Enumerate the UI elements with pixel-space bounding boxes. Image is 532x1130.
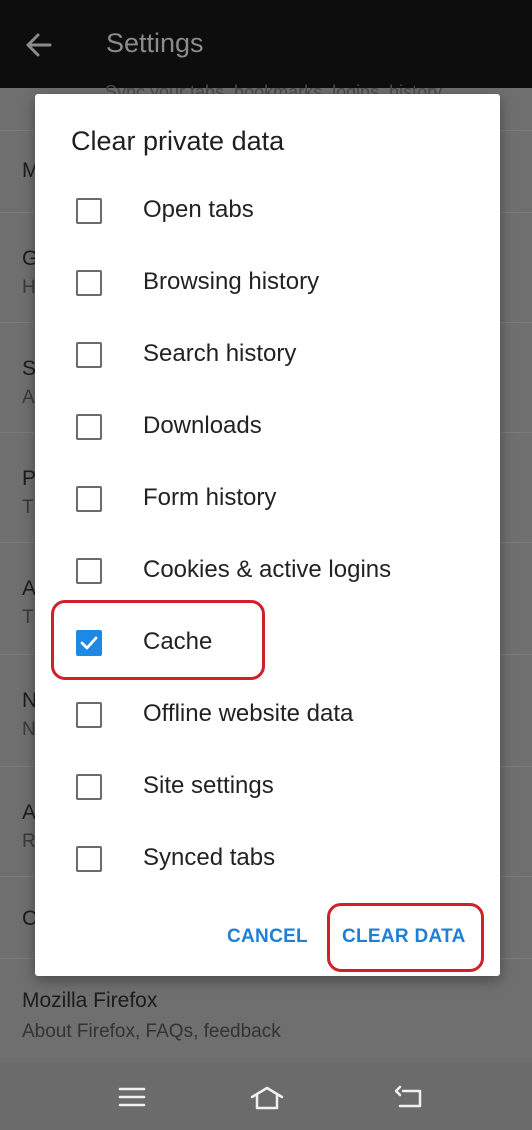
option-label: Cookies & active logins bbox=[143, 556, 392, 583]
checkbox[interactable] bbox=[76, 198, 102, 224]
list-item-subtitle: N bbox=[22, 719, 36, 740]
option-offline-website-data[interactable]: Offline website data bbox=[35, 680, 500, 752]
checkbox[interactable] bbox=[76, 846, 102, 872]
menu-icon[interactable] bbox=[118, 1085, 146, 1109]
option-label: Open tabs bbox=[143, 196, 254, 223]
list-item-subtitle: H bbox=[22, 277, 36, 298]
option-label: Offline website data bbox=[143, 700, 354, 727]
option-open-tabs[interactable]: Open tabs bbox=[35, 176, 500, 248]
option-site-settings[interactable]: Site settings bbox=[35, 752, 500, 824]
checkbox[interactable] bbox=[76, 270, 102, 296]
highlight-box-clear-data bbox=[327, 903, 484, 972]
list-item-subtitle: A bbox=[22, 387, 35, 408]
checkbox[interactable] bbox=[76, 342, 102, 368]
checkbox[interactable] bbox=[76, 774, 102, 800]
checkbox[interactable] bbox=[76, 414, 102, 440]
back-icon[interactable] bbox=[394, 1085, 424, 1109]
clear-private-data-dialog: Clear private data Open tabs Browsing hi… bbox=[35, 94, 500, 976]
app-bar: Settings bbox=[0, 0, 532, 88]
option-form-history[interactable]: Form history bbox=[35, 464, 500, 536]
dialog-title: Clear private data bbox=[71, 126, 285, 156]
list-item-subtitle: T bbox=[22, 497, 34, 518]
option-search-history[interactable]: Search history bbox=[35, 320, 500, 392]
checkbox[interactable] bbox=[76, 702, 102, 728]
cancel-button[interactable]: CANCEL bbox=[227, 926, 308, 948]
home-icon[interactable] bbox=[249, 1085, 285, 1111]
page-title: Settings bbox=[106, 28, 204, 58]
option-label: Search history bbox=[143, 340, 297, 367]
option-label: Site settings bbox=[143, 772, 274, 799]
list-item-title: A bbox=[22, 801, 37, 824]
list-item-subtitle: T bbox=[22, 607, 34, 628]
list-item-title: S bbox=[22, 357, 37, 380]
arrow-left-icon[interactable] bbox=[24, 30, 54, 60]
option-synced-tabs[interactable]: Synced tabs bbox=[35, 824, 500, 896]
highlight-box-cache bbox=[51, 600, 265, 680]
list-item-title: A bbox=[22, 577, 37, 600]
option-label: Downloads bbox=[143, 412, 262, 439]
option-cookies-active-logins[interactable]: Cookies & active logins bbox=[35, 536, 500, 608]
checkbox[interactable] bbox=[76, 486, 102, 512]
option-downloads[interactable]: Downloads bbox=[35, 392, 500, 464]
system-nav-bar bbox=[0, 1063, 532, 1130]
checkbox[interactable] bbox=[76, 558, 102, 584]
list-item-title: Mozilla Firefox bbox=[22, 989, 158, 1012]
option-browsing-history[interactable]: Browsing history bbox=[35, 248, 500, 320]
list-item-subtitle: R bbox=[22, 831, 36, 852]
option-label: Browsing history bbox=[143, 268, 320, 295]
option-label: Form history bbox=[143, 484, 277, 511]
option-label: Synced tabs bbox=[143, 844, 276, 871]
list-item-subtitle: About Firefox, FAQs, feedback bbox=[22, 1021, 281, 1042]
list-item-title: P bbox=[22, 467, 37, 490]
